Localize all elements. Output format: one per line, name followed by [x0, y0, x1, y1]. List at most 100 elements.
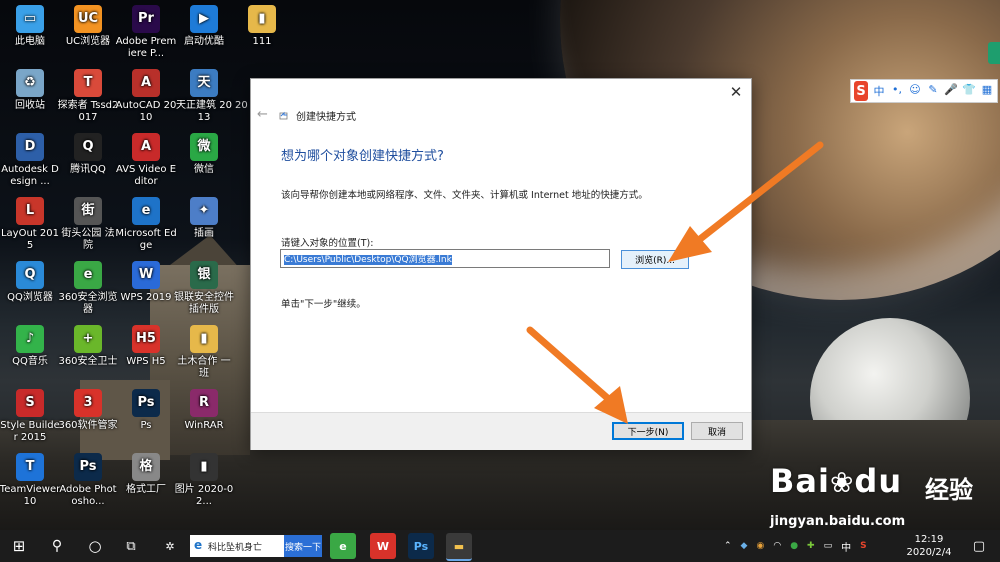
back-arrow-icon[interactable]: ←	[257, 107, 268, 122]
app-icon: 天	[190, 69, 218, 97]
app-icon: R	[190, 389, 218, 417]
app-icon: Pr	[132, 5, 160, 33]
ime-toolbar-item[interactable]: •,	[890, 83, 904, 99]
sogou-logo-icon[interactable]: S	[854, 81, 868, 101]
app-icon: 格	[132, 453, 160, 481]
desktop-icon[interactable]: e Microsoft Edge	[115, 197, 177, 252]
desktop-icon[interactable]: ▮ 图片 2020-02...	[173, 453, 235, 508]
edge-widget[interactable]	[988, 42, 1000, 64]
notification-icon[interactable]: ▢	[966, 530, 992, 562]
desktop-icon[interactable]: Ps Ps	[115, 389, 177, 432]
app-icon: ✦	[190, 197, 218, 225]
app-icon: 银	[190, 261, 218, 289]
browse-button[interactable]: 浏览(R)...	[621, 250, 689, 269]
desktop-icon[interactable]: ▶ 启动优酷	[173, 5, 235, 48]
desktop-icon[interactable]: 3 360软件管家	[57, 389, 119, 432]
start-button[interactable]: ⊞	[6, 530, 32, 562]
chevron-up-icon[interactable]: ⌃	[724, 541, 732, 551]
clock[interactable]: 12:19 2020/2/4	[896, 533, 962, 559]
desktop-icon[interactable]: ▮ 111	[231, 5, 293, 48]
taskbar-app-wps[interactable]: W	[370, 533, 396, 559]
taskbar: ⊞ ⚲ ○ ⧉ ✲ e 科比坠机身亡 搜索一下 e W Ps ▬ ⌃ ◆ ◉ ◠…	[0, 530, 1000, 562]
desktop-icon-label: 回收站	[15, 100, 45, 111]
desktop-icon[interactable]: H5 WPS H5	[115, 325, 177, 368]
wizard-description: 该向导帮你创建本地或网络程序、文件、文件夹、计算机或 Internet 地址的快…	[281, 190, 648, 201]
desktop-icon[interactable]: Q 腾讯QQ	[57, 133, 119, 176]
desktop-icon-label: Autodesk Design ...	[1, 164, 59, 187]
desktop-icon[interactable]: +360安全卫士	[57, 325, 119, 368]
desktop-icon[interactable]: S Style Builder 2015	[0, 389, 61, 444]
location-input[interactable]: C:\Users\Public\Desktop\QQ浏览器.lnk	[280, 249, 610, 268]
security-icon[interactable]: ◉	[756, 541, 764, 551]
watermark-jingyan: 经验	[925, 476, 973, 504]
location-input-selected-text: C:\Users\Public\Desktop\QQ浏览器.lnk	[284, 255, 452, 265]
next-button[interactable]: 下一步(N)	[612, 422, 684, 440]
desktop-icon[interactable]: ▭ 此电脑	[0, 5, 61, 48]
cortana-icon[interactable]: ○	[82, 530, 108, 562]
desktop-icon[interactable]: 格格式工厂	[115, 453, 177, 496]
desktop-icon[interactable]: UC UC浏览器	[57, 5, 119, 48]
desktop-icon[interactable]: A AutoCAD 2010	[115, 69, 177, 124]
desktop-icon[interactable]: Q QQ浏览器	[0, 261, 61, 304]
ime-toolbar-item[interactable]: 👕	[962, 83, 976, 99]
desktop-icon[interactable]: Ps Adobe Photosho...	[57, 453, 119, 508]
location-label: 请键入对象的位置(T):	[281, 238, 374, 249]
app-icon: H5	[132, 325, 160, 353]
ime-toolbar-item[interactable]: ▦	[980, 83, 994, 99]
continue-hint: 单击"下一步"继续。	[281, 299, 366, 310]
desktop-icon[interactable]: A AVS Video Editor	[115, 133, 177, 188]
desktop-icon-label: Microsoft Edge	[115, 228, 177, 251]
close-icon[interactable]: ✕	[727, 83, 745, 101]
desktop-icon[interactable]: Pr Adobe Premiere P...	[115, 5, 177, 60]
taskbar-app-pinwheel[interactable]: ✲	[157, 533, 183, 559]
desktop-icon[interactable]: e 360安全浏览器	[57, 261, 119, 316]
desktop-icon[interactable]: W WPS 2019	[115, 261, 177, 304]
display-icon[interactable]: ▭	[824, 541, 833, 551]
desktop-icon-label: 天正建筑 2013	[176, 100, 232, 123]
baidu-paw-icon: ❀	[829, 466, 855, 499]
desktop-icon[interactable]: L LayOut 2015	[0, 197, 61, 252]
desktop-icon[interactable]: 天天正建筑 2013	[173, 69, 235, 124]
ime-toolbar-item[interactable]: ☺	[908, 83, 922, 99]
cube-icon[interactable]: ◆	[741, 541, 748, 551]
watermark-url: jingyan.baidu.com	[770, 514, 906, 529]
watermark-du: du	[854, 462, 903, 500]
desktop-icon[interactable]: ♪ QQ音乐	[0, 325, 61, 368]
ime-toolbar-item[interactable]: 🎤	[944, 83, 958, 99]
wifi-icon[interactable]: ◠	[773, 541, 781, 551]
desktop-icon[interactable]: ▮ 土木合作 一班	[173, 325, 235, 380]
ime-toolbar[interactable]: S 中 •, ☺ ✎ 🎤 👕 ▦	[850, 79, 998, 103]
antivirus-icon[interactable]: ●	[790, 541, 798, 551]
desktop-icon[interactable]: T 探索者 Tssd2017	[57, 69, 119, 124]
desktop-icon[interactable]: 街街头公园 法院	[57, 197, 119, 252]
desktop-icon[interactable]: T TeamViewer 10	[0, 453, 61, 508]
taskbar-search-box[interactable]: e 科比坠机身亡 搜索一下	[190, 535, 322, 557]
cancel-button[interactable]: 取消	[691, 422, 743, 440]
window-title: 创建快捷方式	[296, 112, 356, 123]
taskbar-app-360[interactable]: e	[330, 533, 356, 559]
plus-icon[interactable]: ✚	[807, 541, 815, 551]
wallpaper-text: 20	[235, 100, 248, 111]
sogou-tray-icon[interactable]: S	[860, 541, 866, 551]
ime-toolbar-item[interactable]: ✎	[926, 83, 940, 99]
desktop-icon[interactable]: ✦ 插画	[173, 197, 235, 240]
app-icon: A	[132, 69, 160, 97]
desktop-icon-label: LayOut 2015	[0, 228, 59, 251]
ime-toolbar-item[interactable]: 中	[872, 83, 886, 99]
clock-date: 2020/2/4	[906, 547, 952, 558]
ime-mode[interactable]: 中	[841, 539, 851, 554]
search-icon[interactable]: ⚲	[44, 530, 70, 562]
clock-time: 12:19	[914, 534, 944, 545]
taskbar-app-explorer[interactable]: ▬	[446, 533, 472, 561]
desktop-icon[interactable]: ♻ 回收站	[0, 69, 61, 112]
desktop-icon[interactable]: 银银联安全控件插件版	[173, 261, 235, 316]
desktop-icon[interactable]: R WinRAR	[173, 389, 235, 432]
taskbar-app-photoshop[interactable]: Ps	[408, 533, 434, 559]
desktop-icon[interactable]: D Autodesk Design ...	[0, 133, 61, 188]
desktop-icon-label: 111	[252, 36, 272, 47]
task-view-icon[interactable]: ⧉	[118, 530, 144, 562]
app-icon: ▭	[16, 5, 44, 33]
search-go-button[interactable]: 搜索一下	[284, 535, 322, 557]
desktop-icon[interactable]: 微微信	[173, 133, 235, 176]
app-icon: W	[132, 261, 160, 289]
